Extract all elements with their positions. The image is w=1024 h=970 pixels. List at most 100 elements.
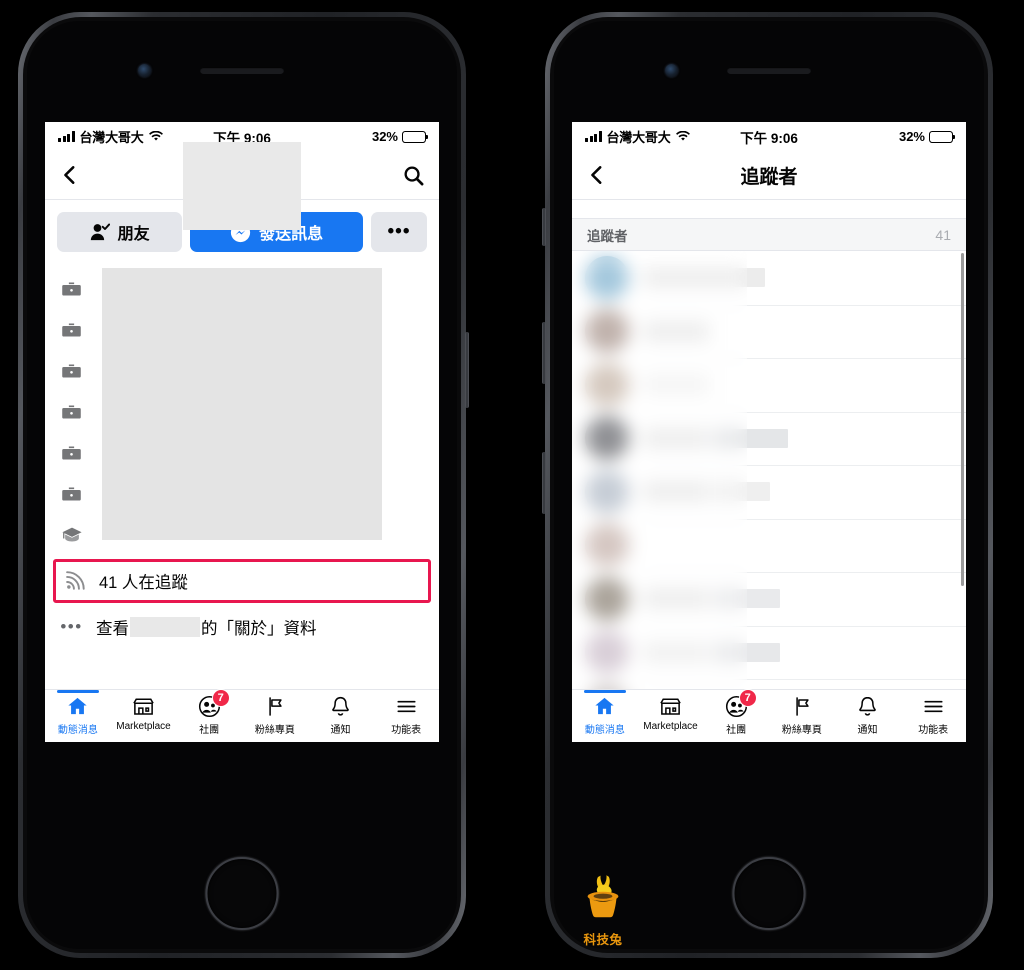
list-item[interactable] — [572, 304, 966, 359]
cellular-signal-icon — [585, 131, 602, 142]
name-redacted — [643, 589, 709, 609]
phone-right-followers: 台灣大哥大 下午 9:06 32% 追蹤者 追蹤者 41 動態消息 Market… — [542, 12, 993, 958]
tab-menu[interactable]: 功能表 — [900, 694, 966, 736]
list-item[interactable] — [572, 251, 966, 305]
tab-marketplace[interactable]: Marketplace — [111, 694, 177, 732]
list-item[interactable] — [572, 411, 966, 466]
about-profile-row[interactable]: ••• 查看 的「關於」資料 — [45, 605, 439, 648]
avatar — [585, 416, 629, 461]
tab-pages[interactable]: 粉絲專頁 — [242, 694, 308, 736]
tab-news-feed[interactable]: 動態消息 — [572, 690, 638, 736]
carrier-label: 台灣大哥大 — [79, 130, 144, 145]
followers-section-header: 追蹤者 41 — [572, 218, 966, 251]
groups-badge: 7 — [211, 689, 230, 707]
avatar — [585, 362, 629, 407]
briefcase-icon — [60, 319, 83, 340]
battery-percent-label: 32% — [371, 129, 398, 144]
name-redacted — [643, 375, 709, 395]
tab-label: 功能表 — [918, 725, 949, 736]
watermark-label: 科技兔 — [583, 933, 623, 947]
about-prefix: 查看 — [96, 619, 129, 638]
name-redacted-2 — [714, 642, 780, 662]
tab-pages[interactable]: 粉絲專頁 — [769, 694, 835, 736]
bottom-tab-bar: 動態消息 Marketplace 7 社團 粉絲專頁 通知 功能表 — [572, 689, 966, 742]
avatar — [585, 469, 629, 514]
about-suffix: 的「關於」資料 — [201, 619, 317, 638]
volume-down-button[interactable] — [542, 452, 546, 514]
wifi-icon — [675, 131, 690, 141]
tab-label: 粉絲專頁 — [781, 725, 822, 736]
graduation-cap-icon — [60, 524, 83, 546]
list-item[interactable] — [572, 465, 966, 519]
status-bar-left: 台灣大哥大 — [585, 127, 769, 146]
rss-followers-icon — [63, 570, 86, 592]
status-bar: 台灣大哥大 下午 9:06 32% — [572, 122, 966, 151]
followers-count-row[interactable]: 41 人在追蹤 — [53, 559, 431, 603]
earpiece-speaker — [727, 67, 811, 74]
search-icon[interactable] — [402, 164, 425, 187]
tab-label: 粉絲專頁 — [254, 725, 295, 736]
marketplace-icon — [659, 694, 682, 719]
volume-up-button[interactable] — [542, 322, 546, 384]
battery-percent-label: 32% — [898, 129, 925, 144]
followers-list[interactable] — [572, 251, 966, 742]
carrier-label: 台灣大哥大 — [606, 130, 671, 145]
about-name-redacted — [130, 616, 200, 637]
page-title: 追蹤者 — [740, 166, 798, 188]
battery-icon — [929, 130, 956, 143]
home-button[interactable] — [205, 857, 279, 930]
followers-count-label: 41 人在追蹤 — [99, 574, 188, 592]
marketplace-icon — [132, 694, 155, 719]
avatar — [585, 309, 629, 354]
profile-name-redacted — [183, 142, 301, 230]
more-options-button[interactable]: ••• — [371, 212, 427, 252]
vertical-scrollbar[interactable] — [961, 253, 964, 586]
name-redacted — [643, 428, 709, 448]
person-check-icon — [90, 223, 110, 241]
avatar — [585, 255, 629, 300]
briefcase-icon — [60, 401, 83, 422]
power-button[interactable] — [465, 332, 469, 408]
name-redacted — [643, 321, 709, 341]
tab-notifications[interactable]: 通知 — [835, 694, 901, 736]
ellipsis-icon: ••• — [387, 221, 411, 242]
list-item[interactable] — [572, 518, 966, 573]
tab-groups[interactable]: 7 社團 — [703, 689, 769, 736]
list-item[interactable] — [572, 625, 966, 680]
home-button[interactable] — [732, 857, 806, 930]
list-item[interactable] — [572, 358, 966, 412]
tab-news-feed[interactable]: 動態消息 — [45, 690, 111, 736]
avatar — [585, 630, 629, 675]
tab-label: 社團 — [199, 725, 220, 736]
briefcase-icon — [60, 278, 83, 299]
name-redacted — [643, 642, 709, 662]
tab-marketplace[interactable]: Marketplace — [638, 694, 704, 732]
avatar — [585, 523, 629, 568]
profile-navbar — [45, 142, 439, 230]
back-chevron-icon[interactable] — [59, 164, 81, 186]
friend-button[interactable]: 朋友 — [57, 212, 183, 252]
section-title: 追蹤者 — [587, 228, 628, 244]
tab-label: 社團 — [726, 725, 747, 736]
front-camera-icon — [665, 64, 678, 77]
pages-flag-icon — [790, 694, 813, 719]
groups-badge: 7 — [738, 689, 757, 707]
followers-navbar: 追蹤者 — [572, 151, 966, 199]
menu-hamburger-icon — [922, 694, 945, 719]
tab-groups[interactable]: 7 社團 — [176, 689, 242, 736]
name-redacted-2 — [714, 482, 770, 502]
about-profile-label: 查看 的「關於」資料 — [96, 615, 317, 639]
rabbit-in-hat-icon — [587, 875, 619, 918]
cellular-signal-icon — [58, 131, 75, 142]
tab-menu[interactable]: 功能表 — [373, 694, 439, 736]
friend-button-label: 朋友 — [117, 226, 150, 243]
menu-hamburger-icon — [395, 694, 418, 719]
mute-switch[interactable] — [542, 208, 546, 246]
tab-label: Marketplace — [116, 721, 171, 732]
list-item[interactable] — [572, 572, 966, 626]
groups-icon: 7 — [725, 689, 757, 719]
tab-notifications[interactable]: 通知 — [308, 694, 374, 736]
briefcase-icon — [60, 483, 83, 504]
back-chevron-icon[interactable] — [586, 164, 608, 186]
pages-flag-icon — [263, 694, 286, 719]
